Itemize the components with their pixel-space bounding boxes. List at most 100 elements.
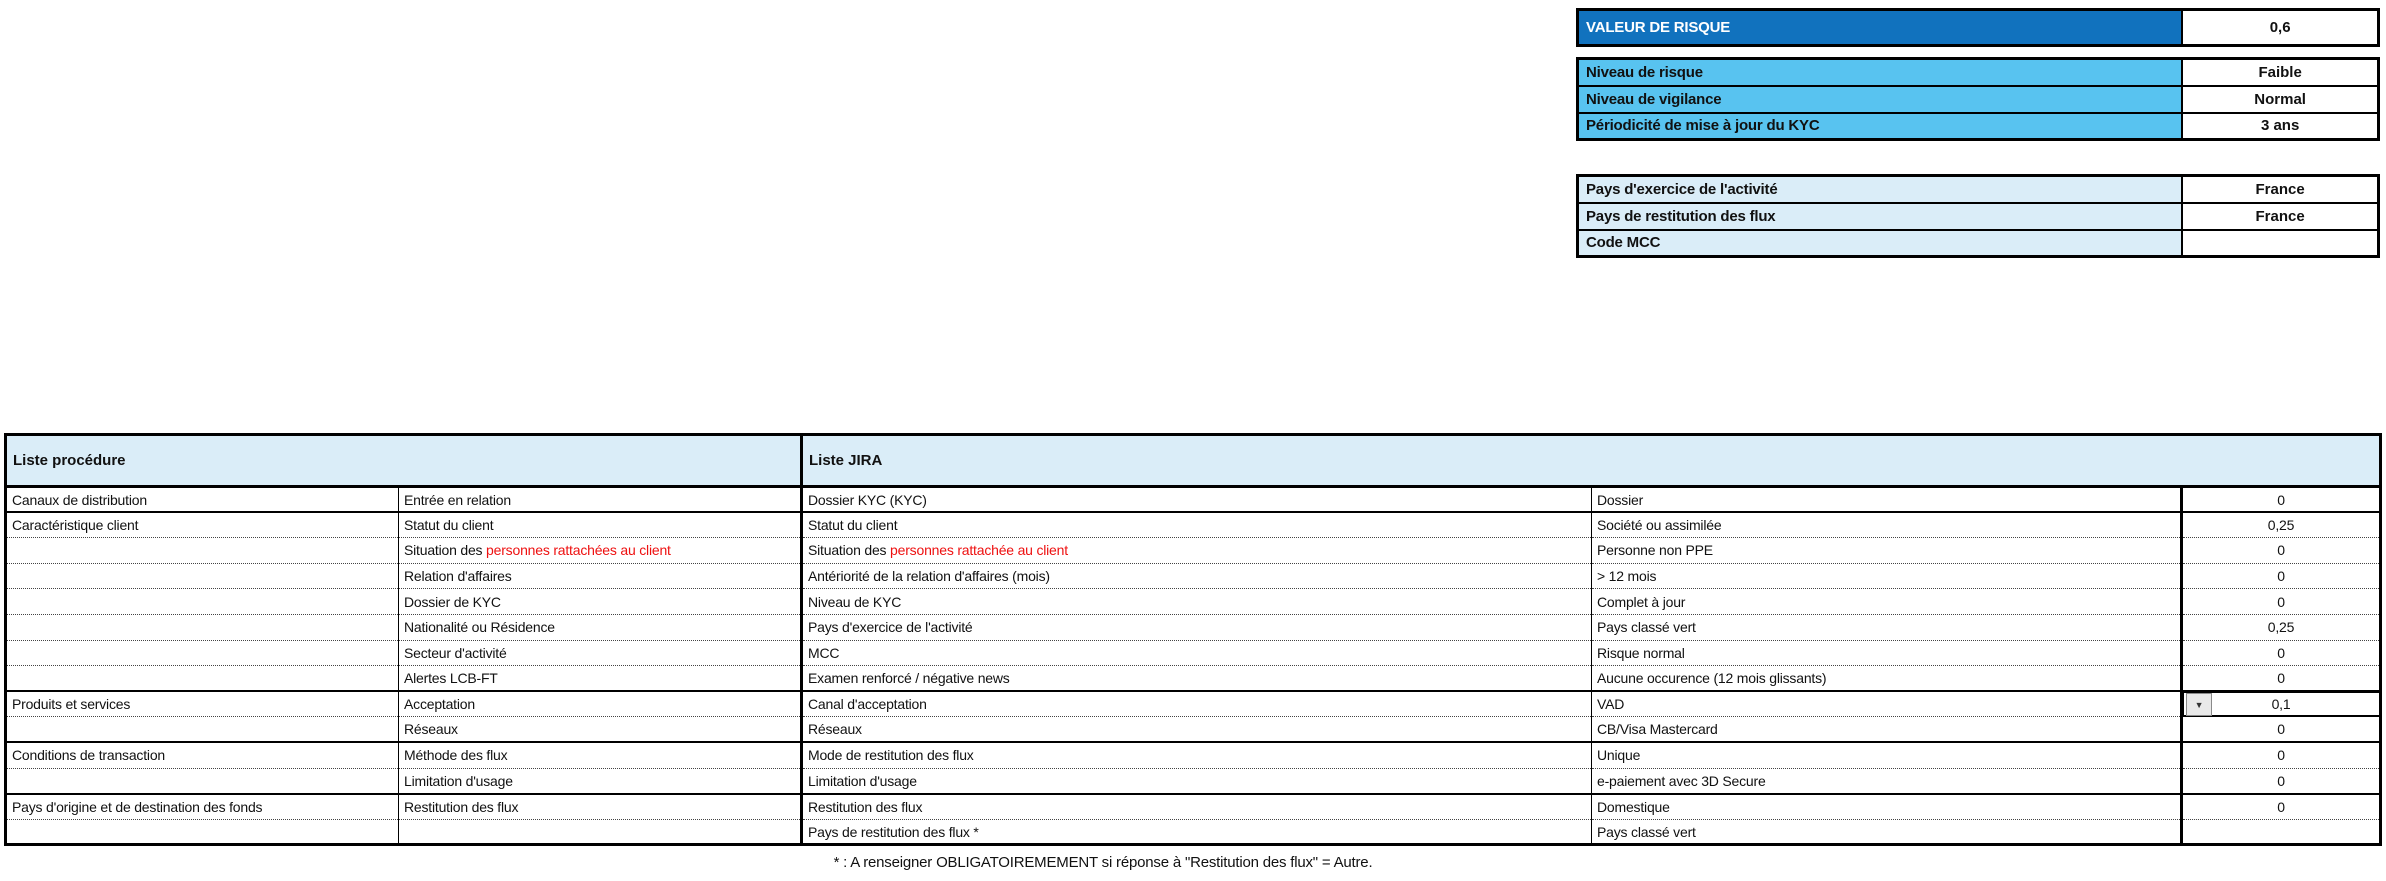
jira-cell: Niveau de KYC [802,589,1592,615]
score-cell: 0 [2182,487,2381,513]
score-value: 0,1 [2272,696,2291,712]
jira-cell: Pays d'exercice de l'activité [802,614,1592,640]
dropdown-arrow-icon: ▼ [2195,700,2204,710]
category-cell [6,563,399,589]
kyc-period-row: Périodicité de mise à jour du KYC 3 ans [1578,113,2379,140]
country-flux-label: Pays de restitution des flux [1578,203,2183,230]
procedure-cell: Nationalité ou Résidence [399,614,802,640]
answer-cell[interactable]: Unique [1592,742,2182,768]
country-flux-row: Pays de restitution des flux France [1578,203,2379,230]
footnote: * : A renseigner OBLIGATOIREMEMENT si ré… [800,854,1406,871]
score-cell: 0 [2182,666,2381,692]
jira-cell: Situation des personnes rattachée au cli… [802,538,1592,564]
country-info-table: Pays d'exercice de l'activité France Pay… [1576,174,2380,258]
jira-cell: Limitation d'usage [802,768,1592,794]
header-liste-jira: Liste JIRA [802,435,2381,487]
country-activity-value[interactable]: France [2182,176,2378,203]
jira-cell: Mode de restitution des flux [802,742,1592,768]
score-cell-selected[interactable]: ▼ 0,1 [2182,691,2381,717]
risk-value-cell: 0,6 [2182,10,2378,46]
jira-cell: Statut du client [802,512,1592,538]
score-cell [2182,819,2381,845]
category-cell [6,768,399,794]
matrix-row: Canaux de distribution Entrée en relatio… [6,487,2381,513]
jira-cell: Canal d'acceptation [802,691,1592,717]
mcc-code-label: Code MCC [1578,230,2183,257]
answer-cell[interactable]: Domestique [1592,794,2182,820]
kyc-period-value: 3 ans [2182,113,2378,140]
score-cell: 0 [2182,742,2381,768]
vigilance-level-value: Normal [2182,86,2378,113]
category-cell: Pays d'origine et de destination des fon… [6,794,399,820]
mcc-code-row: Code MCC [1578,230,2379,257]
procedure-cell: Dossier de KYC [399,589,802,615]
matrix-row: Situation des personnes rattachées au cl… [6,538,2381,564]
spreadsheet-canvas: VALEUR DE RISQUE 0,6 Niveau de risque Fa… [0,0,2386,881]
answer-cell[interactable]: Pays classé vert [1592,614,2182,640]
mcc-code-value[interactable] [2182,230,2378,257]
matrix-row: Dossier de KYC Niveau de KYC Complet à j… [6,589,2381,615]
score-cell: 0,25 [2182,614,2381,640]
answer-cell[interactable]: VAD [1592,691,2182,717]
matrix-row: Pays de restitution des flux * Pays clas… [6,819,2381,845]
risk-value-card: VALEUR DE RISQUE 0,6 [1576,8,2380,47]
answer-cell[interactable]: Complet à jour [1592,589,2182,615]
procedure-cell: Restitution des flux [399,794,802,820]
jira-cell: Dossier KYC (KYC) [802,487,1592,513]
vigilance-level-row: Niveau de vigilance Normal [1578,86,2379,113]
answer-cell[interactable]: Pays classé vert [1592,819,2182,845]
risk-matrix-table: Liste procédure Liste JIRA Canaux de dis… [4,433,2382,846]
procedure-cell [399,819,802,845]
matrix-row: Produits et services Acceptation Canal d… [6,691,2381,717]
procedure-cell: Alertes LCB-FT [399,666,802,692]
matrix-row: Nationalité ou Résidence Pays d'exercice… [6,614,2381,640]
matrix-row: Relation d'affaires Antériorité de la re… [6,563,2381,589]
country-activity-label: Pays d'exercice de l'activité [1578,176,2183,203]
vigilance-level-label: Niveau de vigilance [1578,86,2183,113]
procedure-cell: Secteur d'activité [399,640,802,666]
score-cell: 0 [2182,768,2381,794]
jira-cell: MCC [802,640,1592,666]
country-activity-row: Pays d'exercice de l'activité France [1578,176,2379,203]
category-cell [6,666,399,692]
procedure-cell: Relation d'affaires [399,563,802,589]
procedure-cell: Réseaux [399,717,802,743]
category-cell: Produits et services [6,691,399,717]
answer-cell[interactable]: Dossier [1592,487,2182,513]
category-cell [6,640,399,666]
procedure-cell: Limitation d'usage [399,768,802,794]
category-cell: Caractéristique client [6,512,399,538]
score-cell: 0 [2182,794,2381,820]
score-cell: 0 [2182,717,2381,743]
answer-cell[interactable]: Risque normal [1592,640,2182,666]
score-cell: 0 [2182,563,2381,589]
jira-red-text: personnes rattachée au client [890,542,1068,558]
category-cell [6,614,399,640]
risk-value-row: VALEUR DE RISQUE 0,6 [1578,10,2379,46]
procedure-cell: Situation des personnes rattachées au cl… [399,538,802,564]
matrix-row: Caractéristique client Statut du client … [6,512,2381,538]
answer-cell[interactable]: Personne non PPE [1592,538,2182,564]
procedure-cell: Statut du client [399,512,802,538]
category-cell [6,589,399,615]
dropdown-button[interactable]: ▼ [2186,693,2212,716]
risk-levels-table: Niveau de risque Faible Niveau de vigila… [1576,57,2380,141]
category-cell [6,819,399,845]
score-cell: 0 [2182,538,2381,564]
score-cell: 0 [2182,589,2381,615]
matrix-row: Secteur d'activité MCC Risque normal 0 [6,640,2381,666]
score-cell: 0,25 [2182,512,2381,538]
category-cell [6,717,399,743]
answer-cell[interactable]: > 12 mois [1592,563,2182,589]
answer-cell[interactable]: Aucune occurence (12 mois glissants) [1592,666,2182,692]
answer-cell[interactable]: Société ou assimilée [1592,512,2182,538]
risk-value-label: VALEUR DE RISQUE [1578,10,2183,46]
header-liste-procedure: Liste procédure [6,435,802,487]
risk-level-value: Faible [2182,59,2378,86]
answer-cell[interactable]: CB/Visa Mastercard [1592,717,2182,743]
jira-cell: Examen renforcé / négative news [802,666,1592,692]
procedure-cell: Acceptation [399,691,802,717]
answer-cell[interactable]: e-paiement avec 3D Secure [1592,768,2182,794]
country-flux-value[interactable]: France [2182,203,2378,230]
matrix-row: Conditions de transaction Méthode des fl… [6,742,2381,768]
